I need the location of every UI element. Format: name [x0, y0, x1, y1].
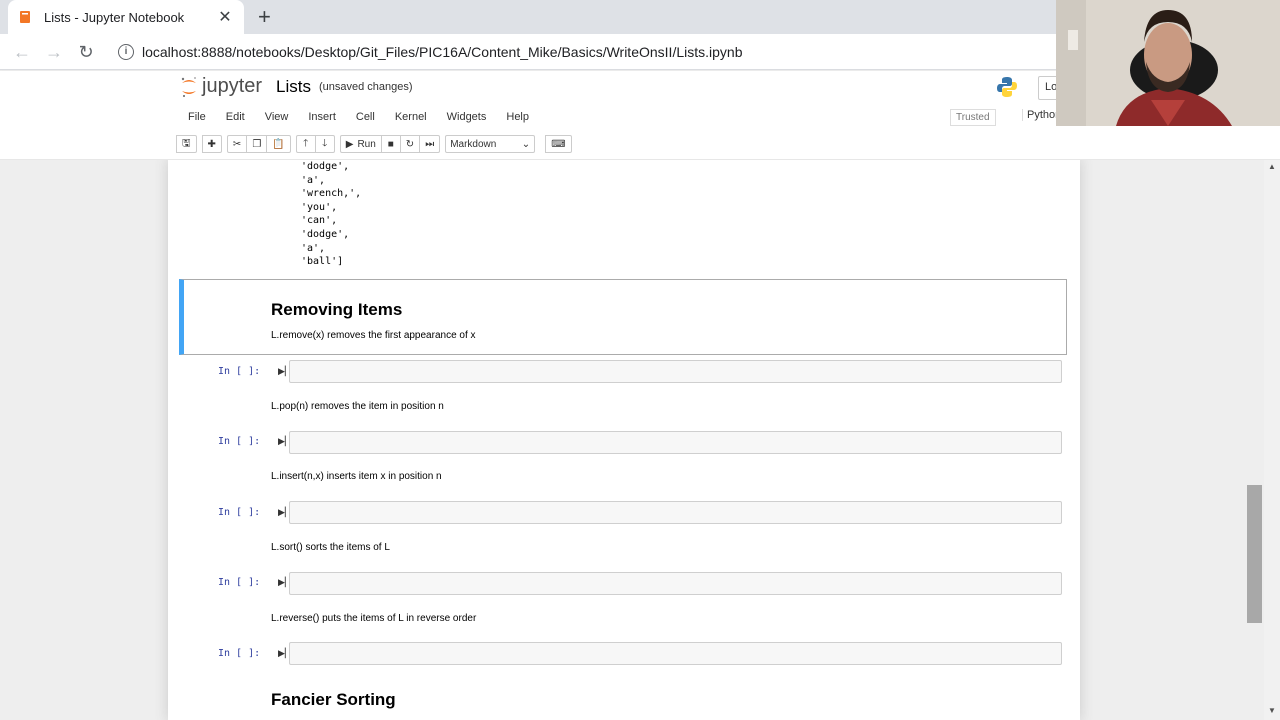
md-remove-text: L.remove(x) removes the first appearance… [271, 330, 476, 341]
save-status: (unsaved changes) [319, 81, 413, 93]
heading-fancier-sorting: Fancier Sorting [271, 690, 396, 709]
code-cell-input[interactable] [289, 642, 1062, 665]
md-insert-text: L.insert(n,x) inserts item x in position… [271, 471, 442, 482]
menu-edit[interactable]: Edit [216, 109, 255, 125]
paste-icon[interactable]: 📋 [266, 135, 291, 153]
cell-prompt: In [ ]: [218, 507, 261, 518]
menu-insert[interactable]: Insert [298, 109, 346, 125]
jupyter-logo-text: jupyter [202, 75, 263, 97]
restart-icon[interactable]: ↻ [399, 135, 421, 153]
output-line: 'wrench,', [301, 188, 362, 200]
cell-prompt: In [ ]: [218, 436, 261, 447]
notebook-page: 'dodge','a','wrench,','you','can','dodge… [168, 160, 1080, 720]
browser-tab[interactable]: Lists - Jupyter Notebook ✕ [8, 0, 244, 34]
output-line: 'a', [301, 174, 326, 186]
md-sort-text: L.sort() sorts the items of L [271, 542, 390, 553]
tab-title: Lists - Jupyter Notebook [44, 9, 185, 25]
fast-forward-icon[interactable]: ⏭ [419, 135, 441, 153]
menu-view[interactable]: View [255, 109, 299, 125]
cell-type-select[interactable]: Markdown ⌄ [445, 135, 536, 153]
output-line: 'a', [301, 242, 326, 254]
code-cell-input[interactable] [289, 572, 1062, 595]
url-field[interactable]: localhost:8888/notebooks/Desktop/Git_Fil… [142, 44, 742, 60]
scroll-up-icon[interactable]: ▲ [1264, 162, 1280, 174]
reload-icon[interactable]: ↻ [74, 40, 98, 64]
notebook-area: 'dodge','a','wrench,','you','can','dodge… [0, 160, 1264, 720]
run-label: Run [357, 138, 376, 150]
keyboard-icon[interactable]: ⌨ [545, 135, 572, 153]
jupyter-logo[interactable]: jupyter [180, 75, 262, 98]
close-icon[interactable]: ✕ [216, 7, 234, 27]
jupyter-favicon-icon [18, 10, 32, 24]
output-line: 'dodge', [301, 161, 350, 172]
notebook-toolbar: 🖫 ✚ ✂ ❐ 📋 🡑 🡓 ▶ Run ■ ↻ ⏭ Markdown ⌄ ⌨ [176, 135, 577, 153]
output-line: 'ball'] [301, 256, 344, 268]
python-logo-icon [996, 76, 1018, 98]
new-tab-icon[interactable]: + [258, 5, 271, 29]
cut-icon[interactable]: ✂ [226, 135, 248, 153]
code-cell-input[interactable] [289, 501, 1062, 524]
cell-prompt: In [ ]: [218, 648, 261, 659]
webcam-overlay [1056, 0, 1280, 126]
menu-cell[interactable]: Cell [346, 109, 385, 125]
cell-output: 'dodge','a','wrench,','you','can','dodge… [301, 160, 361, 269]
md-pop-text: L.pop(n) removes the item in position n [271, 401, 444, 412]
info-icon[interactable]: i [118, 44, 134, 60]
presenter-video-icon [1056, 0, 1280, 126]
menu-bar: File Edit View Insert Cell Kernel Widget… [178, 109, 539, 125]
trusted-badge[interactable]: Trusted [950, 109, 996, 126]
page-scrollbar[interactable] [1264, 160, 1280, 720]
run-button[interactable]: ▶ Run [339, 135, 382, 153]
chevron-down-icon: ⌄ [521, 138, 531, 150]
copy-icon[interactable]: ❐ [246, 135, 268, 153]
save-icon[interactable]: 🖫 [176, 135, 197, 153]
menu-help[interactable]: Help [496, 109, 539, 125]
move-down-icon[interactable]: 🡓 [314, 135, 335, 153]
back-arrow-icon[interactable]: ← [10, 40, 34, 64]
cell-prompt: In [ ]: [218, 366, 261, 377]
scroll-down-icon[interactable]: ▼ [1264, 706, 1280, 718]
output-line: 'can', [301, 215, 338, 227]
forward-arrow-icon[interactable]: → [42, 40, 66, 64]
notebook-name[interactable]: Lists [276, 77, 311, 97]
output-line: 'dodge', [301, 228, 350, 240]
cell-prompt: In [ ]: [218, 577, 261, 588]
menu-widgets[interactable]: Widgets [437, 109, 497, 125]
stop-icon[interactable]: ■ [380, 135, 401, 153]
insert-cell-icon[interactable]: ✚ [201, 135, 222, 153]
jupyter-logo-icon [180, 76, 198, 98]
menu-file[interactable]: File [178, 109, 216, 125]
code-cell-input[interactable] [289, 360, 1062, 383]
md-reverse-text: L.reverse() puts the items of L in rever… [271, 613, 477, 624]
move-up-icon[interactable]: 🡑 [295, 135, 316, 153]
notebook-scrollbar-thumb[interactable] [1247, 485, 1262, 623]
heading-removing-items: Removing Items [271, 300, 403, 319]
play-icon: ▶ [345, 138, 354, 150]
code-cell-input[interactable] [289, 431, 1062, 454]
cell-type-value: Markdown [450, 138, 497, 150]
output-line: 'you', [301, 201, 338, 213]
menu-kernel[interactable]: Kernel [385, 109, 437, 125]
